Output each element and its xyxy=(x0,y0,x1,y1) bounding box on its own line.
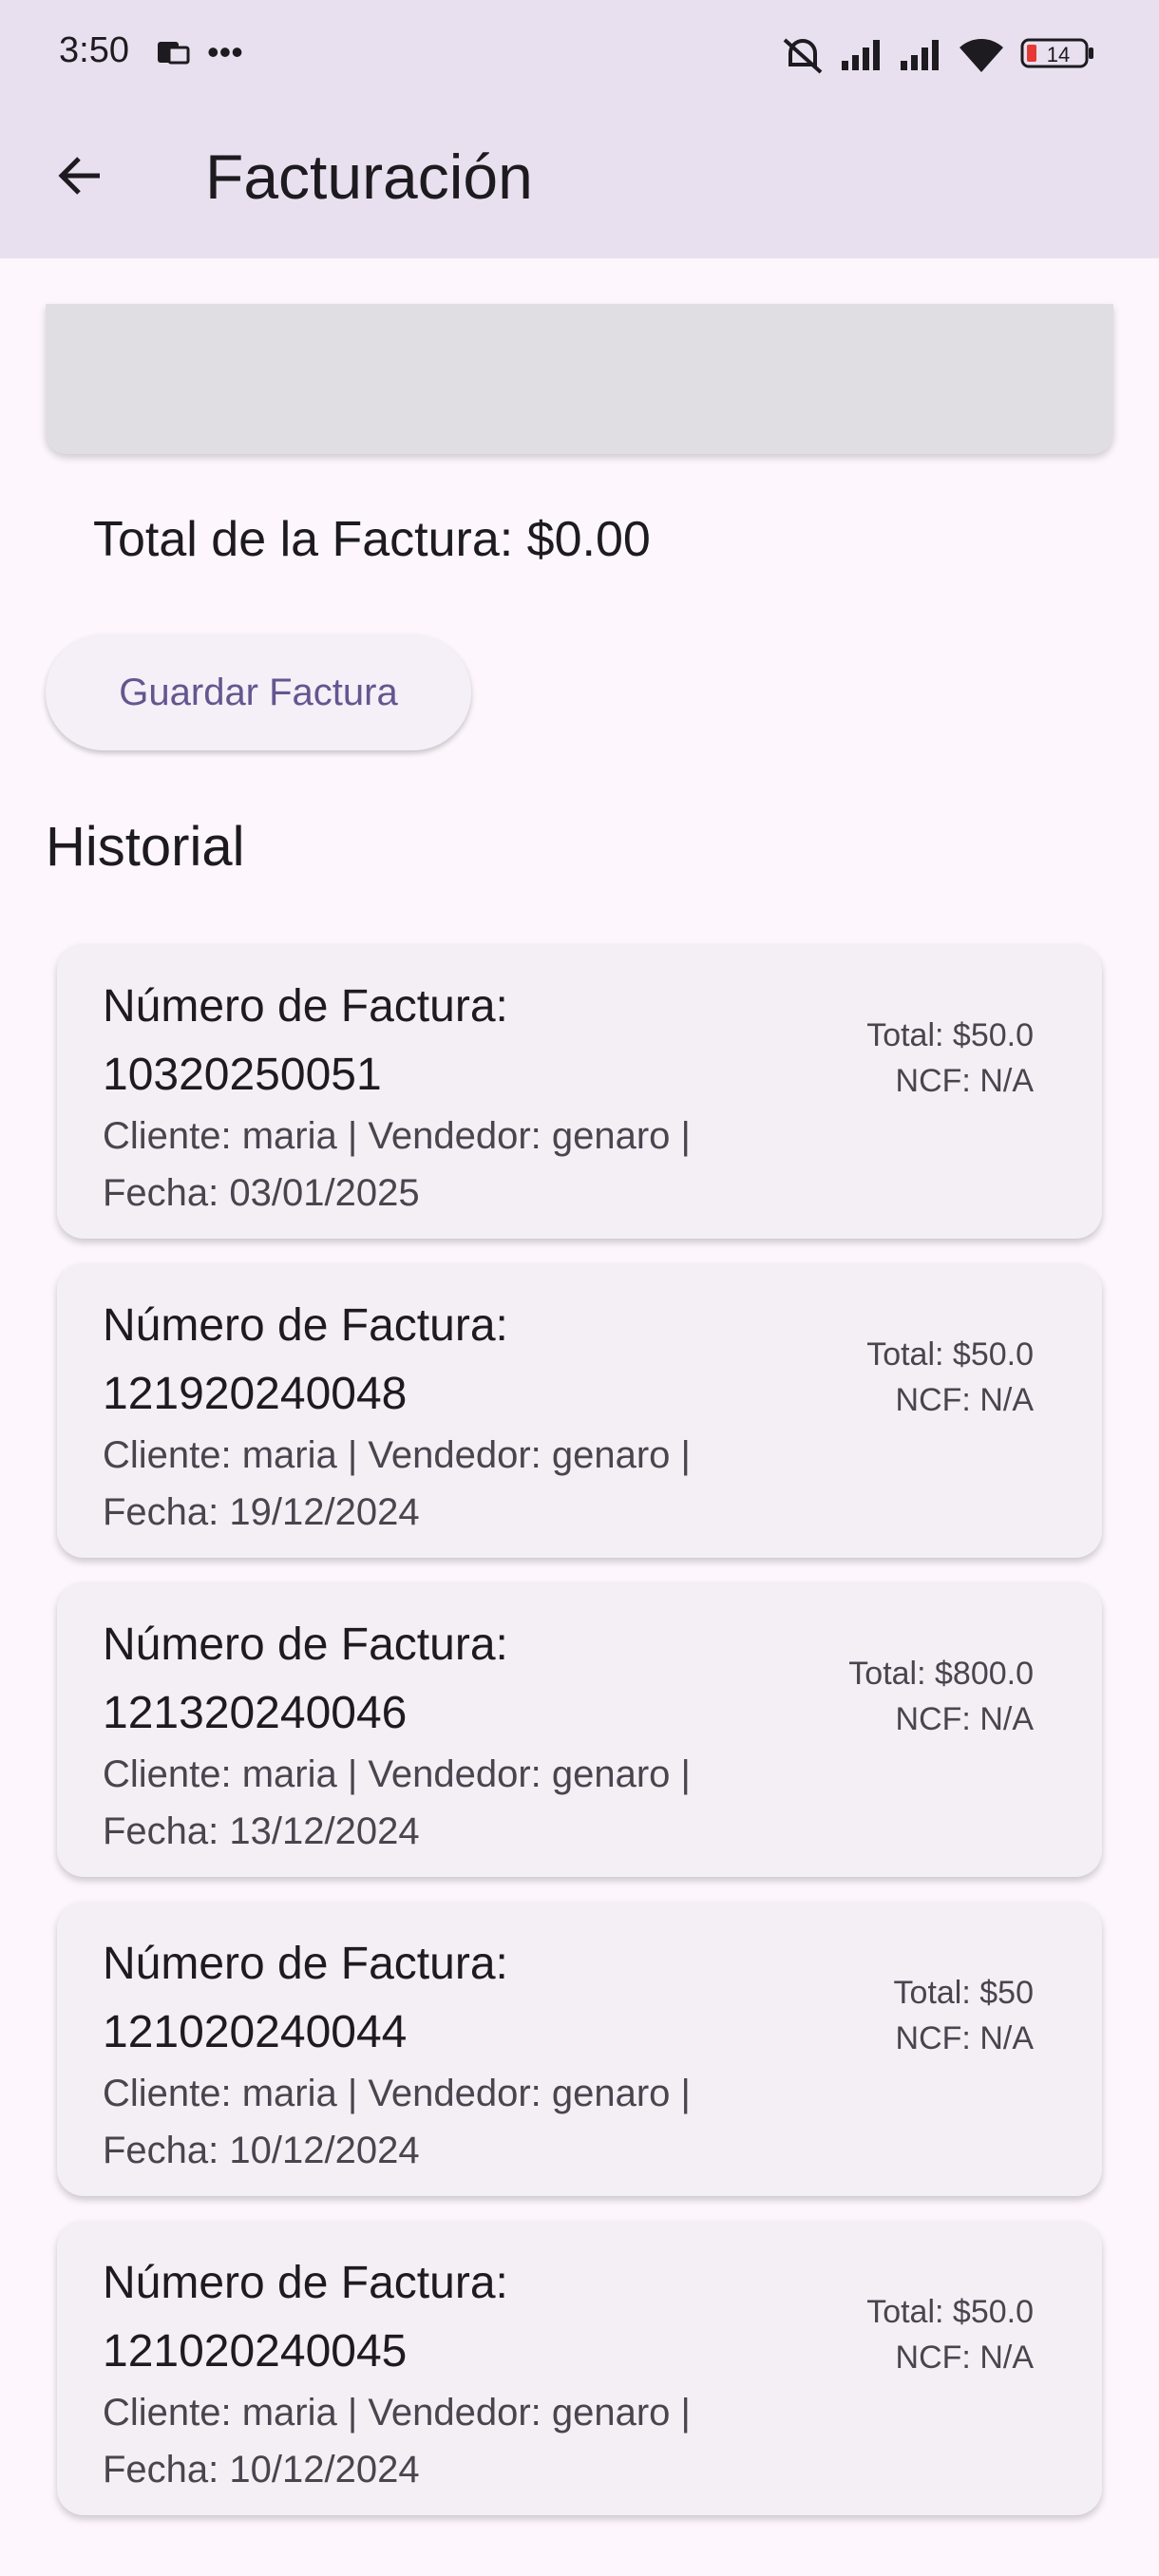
invoice-details: Cliente: maria | Vendedor: genaro | Fech… xyxy=(103,1108,825,1222)
invoice-summary: Total: $50 NCF: N/A xyxy=(894,1970,1034,2061)
invoice-number: 121020240045 xyxy=(103,2326,408,2377)
invoice-total: Total: $50.0 xyxy=(866,1017,1034,1053)
invoice-number-block: Número de Factura: 10320250051 xyxy=(103,973,787,1109)
back-button[interactable] xyxy=(48,142,114,209)
items-panel xyxy=(46,304,1113,454)
invoice-total: Total: $50.0 xyxy=(866,1336,1034,1373)
invoice-number: 10320250051 xyxy=(103,1050,382,1100)
invoice-number: 121020240044 xyxy=(103,2007,408,2057)
invoice-number: 121920240048 xyxy=(103,1369,408,1419)
svg-text:14: 14 xyxy=(1047,43,1070,66)
invoice-date: Fecha: 19/12/2024 xyxy=(103,1491,420,1533)
invoice-details: Cliente: maria | Vendedor: genaro | Fech… xyxy=(103,2065,825,2179)
history-title: Historial xyxy=(46,816,245,878)
invoice-ncf: NCF: N/A xyxy=(895,1701,1034,1737)
signal-1-icon xyxy=(840,34,889,77)
invoice-number-block: Número de Factura: 121020240045 xyxy=(103,2249,787,2386)
invoice-total-label: Total de la Factura: $0.00 xyxy=(93,512,651,567)
invoice-number-block: Número de Factura: 121320240046 xyxy=(103,1611,787,1748)
invoice-ncf: NCF: N/A xyxy=(895,1063,1034,1099)
invoice-card[interactable]: Número de Factura: 121020240044 Cliente:… xyxy=(57,1902,1102,2196)
status-time: 3:50 xyxy=(59,30,129,70)
wifi-icon xyxy=(958,34,1005,79)
invoice-client-line: Cliente: maria | Vendedor: genaro | xyxy=(103,1115,691,1157)
invoice-number-label: Número de Factura: xyxy=(103,981,508,1032)
top-app-bar: 3:50 ••• 14 Facturación xyxy=(0,0,1159,258)
invoice-ncf: NCF: N/A xyxy=(895,2339,1034,2376)
invoice-total: Total: $50.0 xyxy=(866,2294,1034,2330)
invoice-date: Fecha: 10/12/2024 xyxy=(103,2449,420,2491)
status-bar: 3:50 ••• 14 xyxy=(0,0,1159,106)
invoice-date: Fecha: 10/12/2024 xyxy=(103,2130,420,2171)
invoice-number: 121320240046 xyxy=(103,1688,408,1738)
invoice-number-block: Número de Factura: 121020240044 xyxy=(103,1930,787,2067)
invoice-total: Total: $50 xyxy=(893,1975,1034,2011)
invoice-card[interactable]: Número de Factura: 10320250051 Cliente: … xyxy=(57,944,1102,1239)
arrow-back-icon xyxy=(58,157,100,195)
invoice-number-block: Número de Factura: 121920240048 xyxy=(103,1292,787,1429)
invoice-client-line: Cliente: maria | Vendedor: genaro | xyxy=(103,2392,691,2434)
invoice-ncf: NCF: N/A xyxy=(895,1382,1034,1418)
invoice-total: Total: $800.0 xyxy=(848,1656,1034,1692)
battery-icon: 14 xyxy=(1020,34,1096,77)
invoice-date: Fecha: 03/01/2025 xyxy=(103,1172,420,1214)
invoice-card[interactable]: Número de Factura: 121020240045 Cliente:… xyxy=(57,2221,1102,2515)
signal-2-icon xyxy=(899,34,948,77)
invoice-number-label: Número de Factura: xyxy=(103,1300,508,1351)
invoice-card[interactable]: Número de Factura: 121320240046 Cliente:… xyxy=(57,1582,1102,1877)
more-notifications-icon: ••• xyxy=(207,32,243,71)
silent-mode-icon xyxy=(779,34,826,81)
invoice-client-line: Cliente: maria | Vendedor: genaro | xyxy=(103,2073,691,2114)
invoice-ncf: NCF: N/A xyxy=(895,2020,1034,2056)
invoice-number-label: Número de Factura: xyxy=(103,2258,508,2308)
save-invoice-button[interactable]: Guardar Factura xyxy=(46,635,471,750)
page-title: Facturación xyxy=(205,142,533,212)
invoice-client-line: Cliente: maria | Vendedor: genaro | xyxy=(103,1753,691,1795)
invoice-details: Cliente: maria | Vendedor: genaro | Fech… xyxy=(103,2384,825,2498)
invoice-card[interactable]: Número de Factura: 121920240048 Cliente:… xyxy=(57,1263,1102,1558)
invoice-summary: Total: $50.0 NCF: N/A xyxy=(866,1013,1034,1104)
invoice-date: Fecha: 13/12/2024 xyxy=(103,1810,420,1852)
invoice-number-label: Número de Factura: xyxy=(103,1939,508,1989)
invoice-client-line: Cliente: maria | Vendedor: genaro | xyxy=(103,1434,691,1476)
invoice-summary: Total: $50.0 NCF: N/A xyxy=(866,2289,1034,2380)
invoice-details: Cliente: maria | Vendedor: genaro | Fech… xyxy=(103,1746,825,1860)
notification-app-icon xyxy=(154,34,192,77)
invoice-details: Cliente: maria | Vendedor: genaro | Fech… xyxy=(103,1427,825,1541)
invoice-summary: Total: $800.0 NCF: N/A xyxy=(848,1651,1034,1742)
invoice-summary: Total: $50.0 NCF: N/A xyxy=(866,1332,1034,1423)
invoice-number-label: Número de Factura: xyxy=(103,1619,508,1670)
